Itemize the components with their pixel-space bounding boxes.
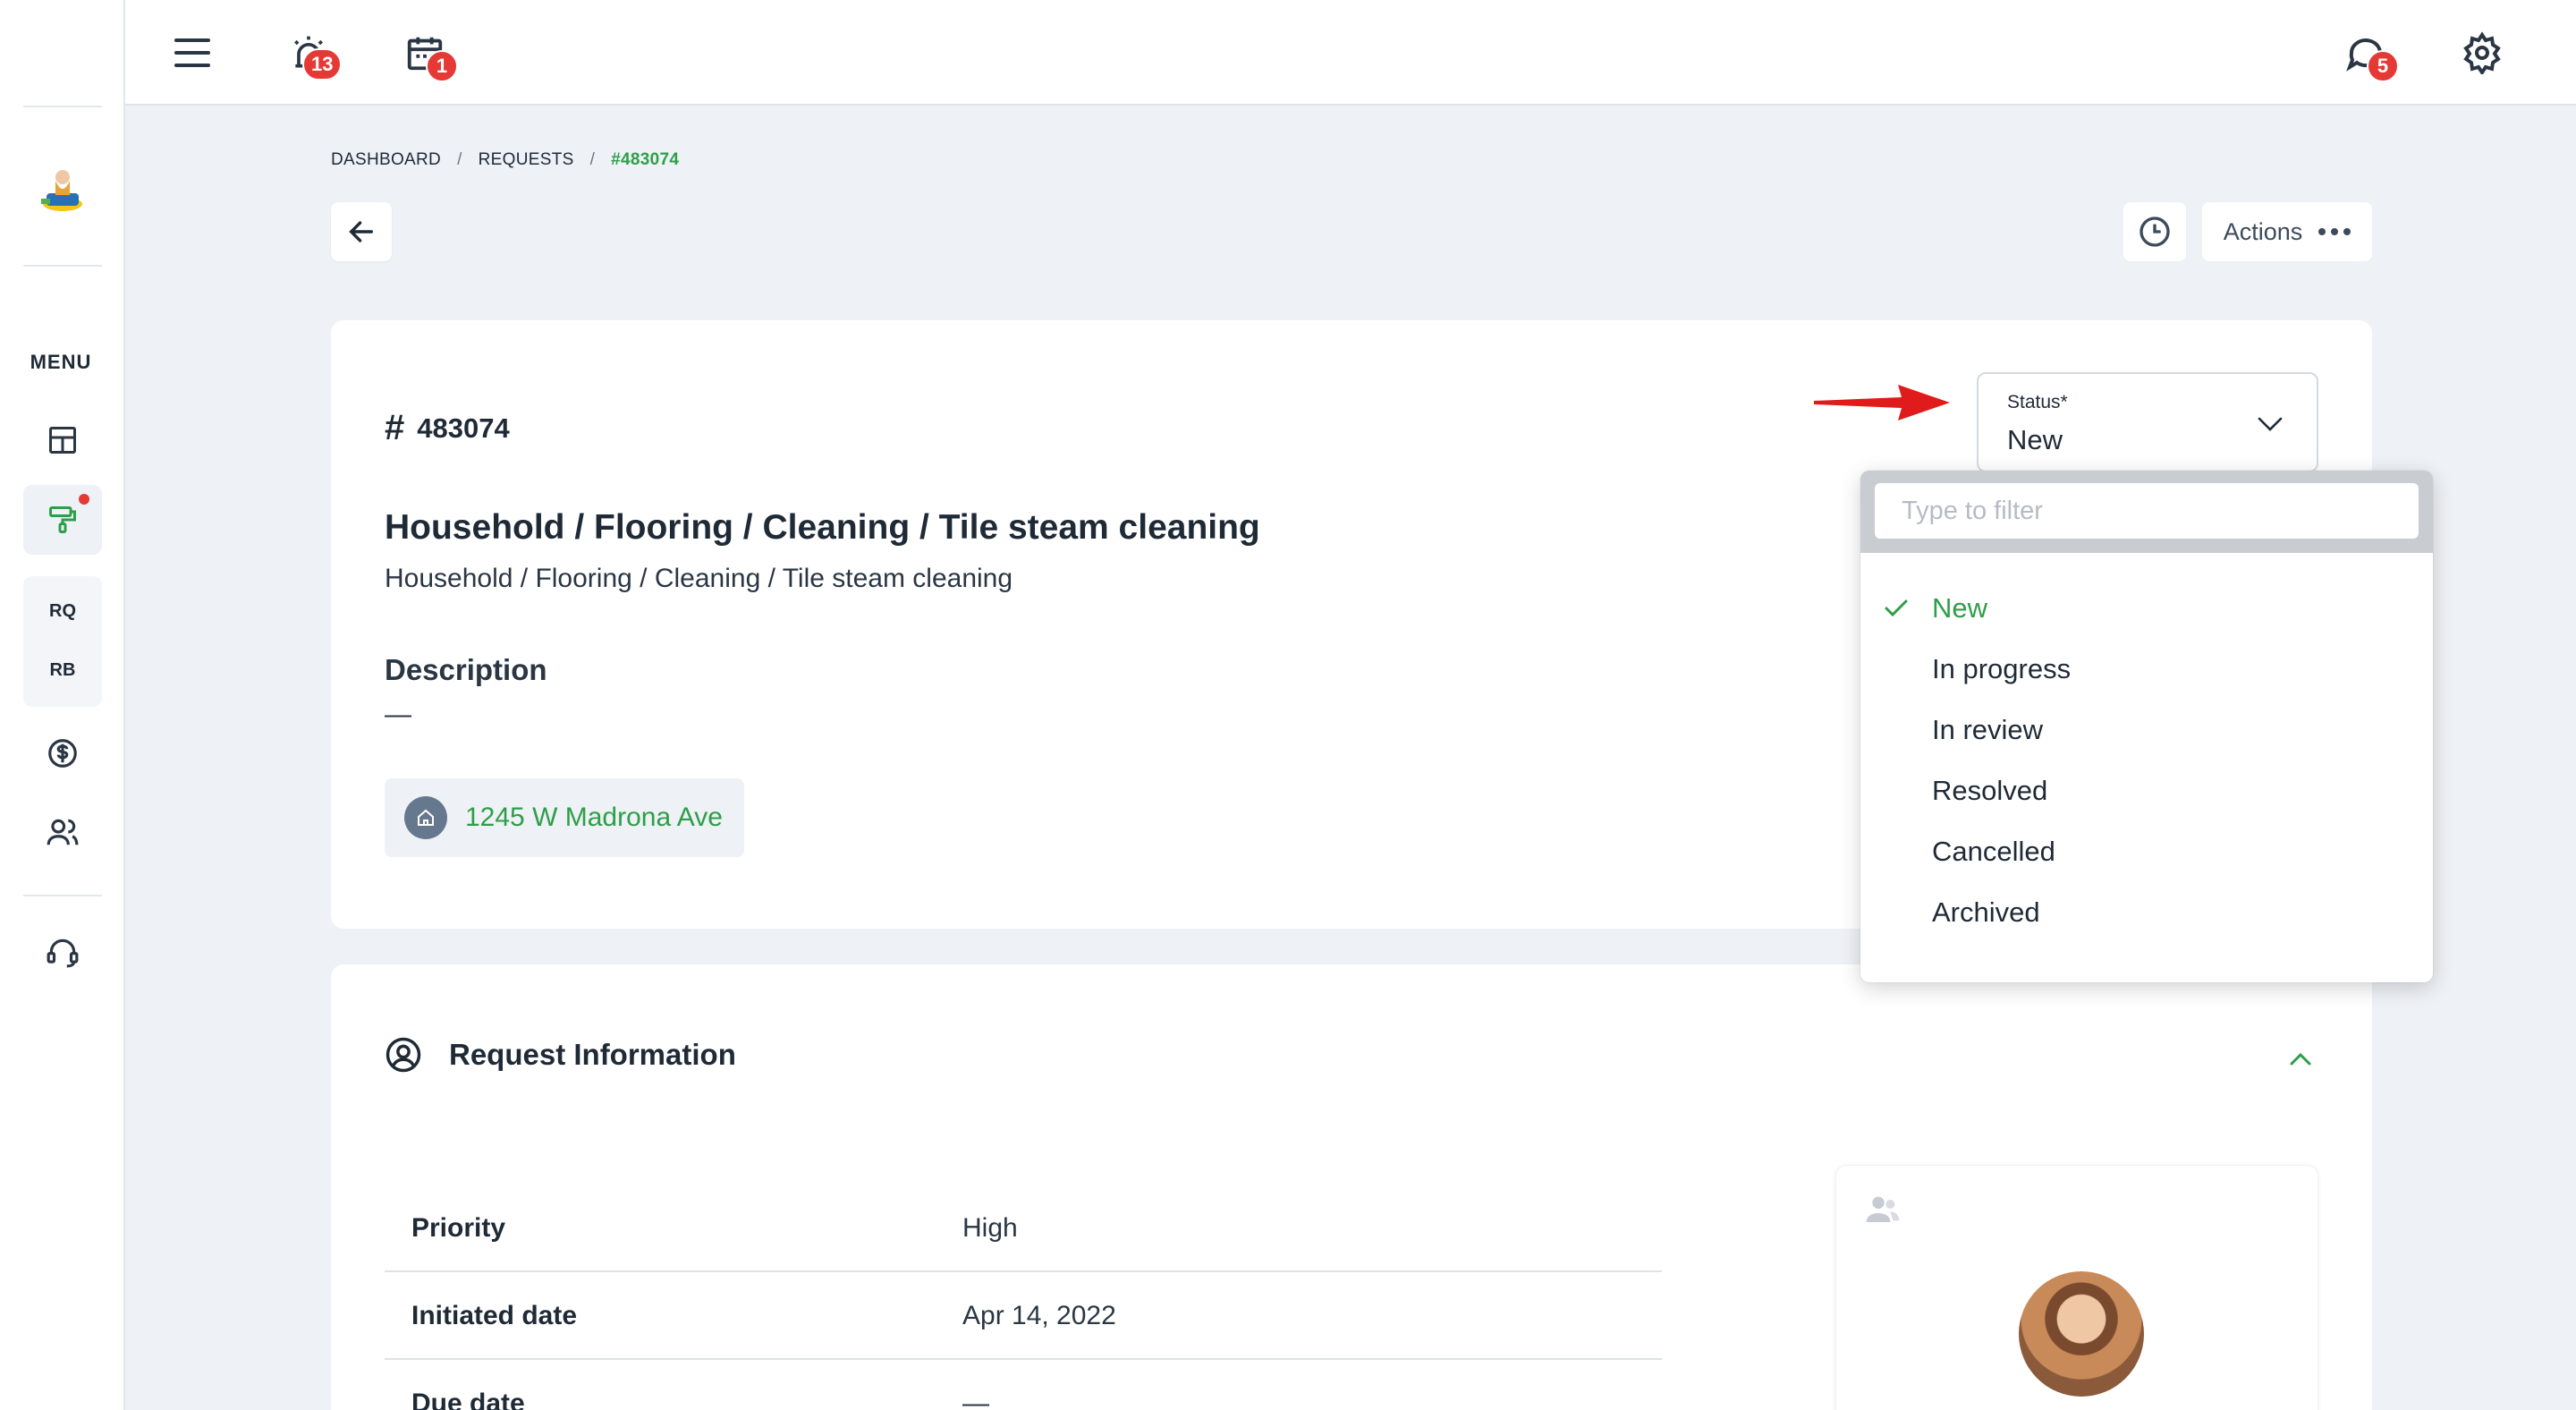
info-row-initiated-date: Initiated date Apr 14, 2022 — [385, 1274, 1662, 1360]
users-icon — [1866, 1196, 1900, 1222]
users-icon — [47, 819, 79, 845]
info-key: Due date — [411, 1389, 525, 1410]
sidebar-divider — [23, 265, 102, 267]
status-value: New — [2007, 424, 2063, 455]
assignee-card — [1835, 1165, 2318, 1410]
dashboard-icon — [49, 427, 76, 454]
status-select[interactable]: Status* New — [1977, 372, 2318, 472]
collapse-button[interactable] — [2281, 1040, 2320, 1079]
request-id: # 483074 — [385, 408, 510, 448]
breadcrumb-separator: / — [457, 150, 462, 169]
address-link[interactable]: 1245 W Madrona Ave — [465, 803, 723, 833]
description-value: — — [385, 700, 411, 729]
breadcrumb: DASHBOARD / REQUESTS / #483074 — [331, 150, 679, 170]
request-information-card: Request Information Priority High Initia… — [331, 964, 2372, 1410]
status-option-in-review[interactable]: In review — [1860, 700, 2433, 760]
status-option-label: Cancelled — [1932, 836, 2055, 867]
status-option-label: In review — [1932, 714, 2044, 745]
breadcrumb-separator: / — [589, 150, 596, 169]
arrow-left-icon — [349, 221, 374, 242]
gear-icon — [2463, 31, 2501, 74]
dollar-circle-icon — [48, 739, 77, 768]
status-option-label: In progress — [1932, 653, 2072, 684]
request-information-header[interactable]: Request Information — [385, 1036, 736, 1074]
status-option-label: Archived — [1932, 896, 2040, 928]
calendar-button[interactable]: 1 — [394, 21, 458, 84]
info-value: High — [962, 1213, 1018, 1243]
status-label: Status* — [2007, 392, 2068, 412]
notification-dot — [79, 494, 89, 505]
status-filter-input[interactable] — [1875, 483, 2419, 539]
description-label: Description — [385, 653, 547, 686]
topbar: 13 1 5 — [125, 0, 2576, 106]
status-option-in-progress[interactable]: In progress — [1860, 639, 2433, 700]
status-option-label: New — [1932, 592, 1988, 624]
info-value: — — [962, 1389, 989, 1410]
hash-icon: # — [385, 408, 405, 447]
sidebar-divider — [23, 895, 102, 896]
sidebar-abbr-group: RQ RB — [23, 576, 102, 707]
annotation-arrow-icon — [1814, 385, 1950, 420]
chevron-up-icon — [2290, 1052, 2311, 1066]
hamburger-icon — [174, 38, 210, 67]
company-logo[interactable] — [38, 161, 88, 218]
sidebar-item-support[interactable] — [39, 929, 86, 975]
messages-button[interactable]: 5 — [2334, 21, 2399, 84]
request-title: Household / Flooring / Cleaning / Tile s… — [385, 508, 1260, 547]
info-key: Initiated date — [411, 1301, 578, 1330]
actions-label: Actions — [2223, 217, 2303, 245]
history-button[interactable] — [2123, 202, 2186, 261]
alerts-badge: 13 — [302, 48, 343, 81]
sidebar-item-dashboard[interactable] — [39, 417, 86, 463]
info-key: Priority — [411, 1213, 506, 1243]
sidebar-item-users[interactable] — [39, 809, 86, 855]
sidebar: MENU RQ RB — [0, 0, 125, 1410]
breadcrumb-requests[interactable]: REQUESTS — [479, 150, 574, 170]
status-dropdown: New In progress In review Resolved Cance… — [1860, 471, 2433, 982]
headset-icon — [47, 939, 79, 968]
settings-button[interactable] — [2451, 21, 2513, 84]
alerts-button[interactable]: 13 — [277, 21, 343, 84]
breadcrumb-dashboard[interactable]: DASHBOARD — [331, 150, 441, 170]
back-button[interactable] — [331, 202, 392, 261]
chevron-down-icon — [2258, 417, 2283, 431]
messages-badge: 5 — [2367, 50, 2399, 82]
filter-wrapper — [1860, 471, 2433, 553]
actions-button[interactable]: Actions — [2202, 202, 2372, 261]
avatar[interactable] — [2019, 1271, 2144, 1397]
info-row-priority: Priority High — [385, 1186, 1662, 1272]
status-option-new[interactable]: New — [1860, 578, 2433, 639]
home-icon — [404, 796, 447, 839]
calendar-badge: 1 — [426, 50, 458, 82]
request-information-title: Request Information — [449, 1038, 736, 1071]
check-icon — [1885, 599, 1908, 617]
sidebar-item-billing[interactable] — [39, 730, 86, 777]
request-subtitle: Household / Flooring / Cleaning / Tile s… — [385, 564, 1013, 593]
sidebar-item-rb[interactable]: RB — [23, 660, 102, 681]
paint-roller-icon — [49, 506, 76, 533]
status-option-cancelled[interactable]: Cancelled — [1860, 821, 2433, 882]
info-value: Apr 14, 2022 — [962, 1301, 1116, 1330]
address-chip[interactable]: 1245 W Madrona Ave — [385, 778, 744, 857]
sidebar-item-rq[interactable]: RQ — [23, 601, 102, 622]
info-row-due-date: Due date — — [385, 1362, 1662, 1410]
request-id-value: 483074 — [417, 412, 510, 444]
status-option-resolved[interactable]: Resolved — [1860, 760, 2433, 821]
breadcrumb-current: #483074 — [611, 150, 680, 169]
status-option-archived[interactable]: Archived — [1860, 882, 2433, 943]
sidebar-divider — [23, 106, 102, 107]
hamburger-menu-button[interactable] — [161, 21, 224, 84]
status-option-label: Resolved — [1932, 775, 2048, 806]
menu-label: MENU — [30, 351, 92, 373]
more-dots-icon — [2318, 228, 2351, 235]
user-circle-icon — [386, 1037, 421, 1073]
sidebar-item-requests[interactable] — [23, 485, 102, 555]
clock-icon — [2140, 217, 2170, 247]
